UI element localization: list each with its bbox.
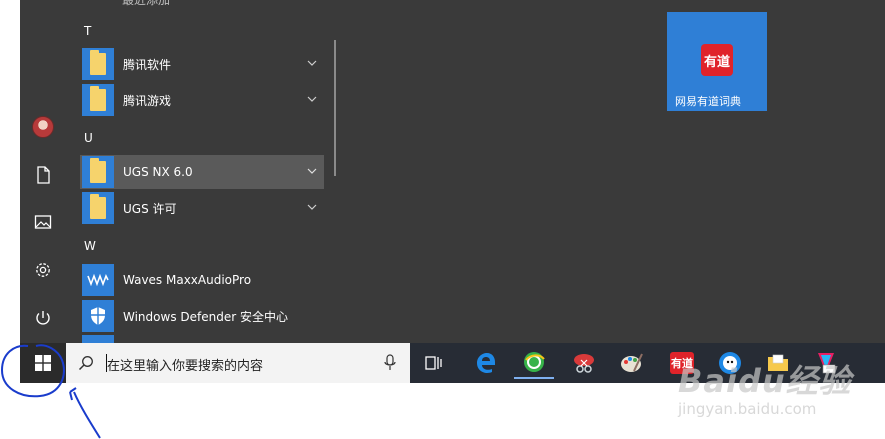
documents-button[interactable] xyxy=(27,159,59,191)
folder-icon xyxy=(82,156,114,188)
power-button[interactable] xyxy=(27,302,59,334)
paint-button[interactable] xyxy=(612,347,652,379)
app-item-tencent-games[interactable]: 腾讯游戏 xyxy=(80,83,324,117)
360-browser-button[interactable] xyxy=(514,347,554,379)
app-icon xyxy=(82,335,114,343)
start-menu-rail xyxy=(20,0,66,343)
youdao-logo-icon: 有道 xyxy=(701,44,733,76)
watermark-url-text: jingyan.baidu.com xyxy=(678,400,817,418)
tile-youdao-dictionary[interactable]: 有道 网易有道词典 xyxy=(667,12,767,111)
pictures-button[interactable] xyxy=(27,206,59,238)
app-item-label: 腾讯软件 xyxy=(123,57,172,72)
app-item-label: Windows Defender 安全中心 xyxy=(123,309,288,324)
start-menu: 最近添加 T 腾讯软件 腾讯游戏 U UGS NX 6.0 UGS 许可 W W… xyxy=(20,0,885,343)
microphone-icon[interactable] xyxy=(384,354,396,372)
settings-button[interactable] xyxy=(27,254,59,286)
folder-icon xyxy=(82,84,114,116)
document-icon xyxy=(37,166,50,184)
app-item-ugs-nx[interactable]: UGS NX 6.0 xyxy=(80,155,324,189)
search-input[interactable]: 在这里输入你要搜索的内容 xyxy=(107,355,263,374)
chevron-down-icon[interactable] xyxy=(306,57,318,69)
search-icon xyxy=(78,356,93,371)
chevron-down-icon[interactable] xyxy=(306,201,318,213)
shield-icon xyxy=(82,300,114,332)
app-item-windows-defender[interactable]: Windows Defender 安全中心 xyxy=(80,299,324,333)
app-item-waves-maxxaudio[interactable]: Waves MaxxAudioPro xyxy=(80,263,324,297)
pictures-icon xyxy=(34,215,52,229)
user-avatar-button[interactable] xyxy=(27,111,59,143)
settings-icon xyxy=(36,263,50,277)
app-item-tencent-software[interactable]: 腾讯软件 xyxy=(80,47,324,81)
tile-label: 网易有道词典 xyxy=(675,95,741,108)
app-item-label: UGS NX 6.0 xyxy=(123,165,193,179)
folder-icon xyxy=(82,192,114,224)
task-view-button[interactable] xyxy=(414,347,454,379)
360-browser-icon xyxy=(524,352,545,372)
watermark-main-text: Baidu经验 xyxy=(678,362,852,400)
app-item-label: 腾讯游戏 xyxy=(123,93,172,108)
app-item-partial[interactable] xyxy=(80,335,324,343)
app-list-scrollbar[interactable] xyxy=(334,40,336,176)
power-icon xyxy=(36,311,50,325)
waves-icon xyxy=(82,264,114,296)
search-box[interactable]: 在这里输入你要搜索的内容 xyxy=(66,343,410,383)
windows-logo-icon xyxy=(35,355,51,371)
watermark: Baidu经验 jingyan.baidu.com xyxy=(672,350,872,435)
app-item-label: Waves MaxxAudioPro xyxy=(123,273,252,287)
chevron-down-icon[interactable] xyxy=(306,93,318,105)
edge-button[interactable] xyxy=(466,347,506,379)
app-item-label: UGS 许可 xyxy=(123,201,177,216)
snipping-button[interactable] xyxy=(564,347,604,379)
section-letter-w[interactable]: W xyxy=(84,239,96,253)
section-letter-t[interactable]: T xyxy=(84,24,91,38)
chevron-down-icon[interactable] xyxy=(306,165,318,177)
edge-icon xyxy=(477,353,495,373)
recent-added-label: 最近添加 xyxy=(122,0,171,7)
avatar xyxy=(32,116,54,138)
app-list: 最近添加 T 腾讯软件 腾讯游戏 U UGS NX 6.0 UGS 许可 W W… xyxy=(80,0,340,343)
start-button[interactable] xyxy=(20,343,66,383)
snipping-icon xyxy=(574,354,594,373)
task-view-icon xyxy=(425,356,442,370)
folder-icon xyxy=(82,48,114,80)
app-item-ugs-license[interactable]: UGS 许可 xyxy=(80,191,324,225)
paint-icon xyxy=(621,353,643,372)
section-letter-u[interactable]: U xyxy=(84,131,93,145)
